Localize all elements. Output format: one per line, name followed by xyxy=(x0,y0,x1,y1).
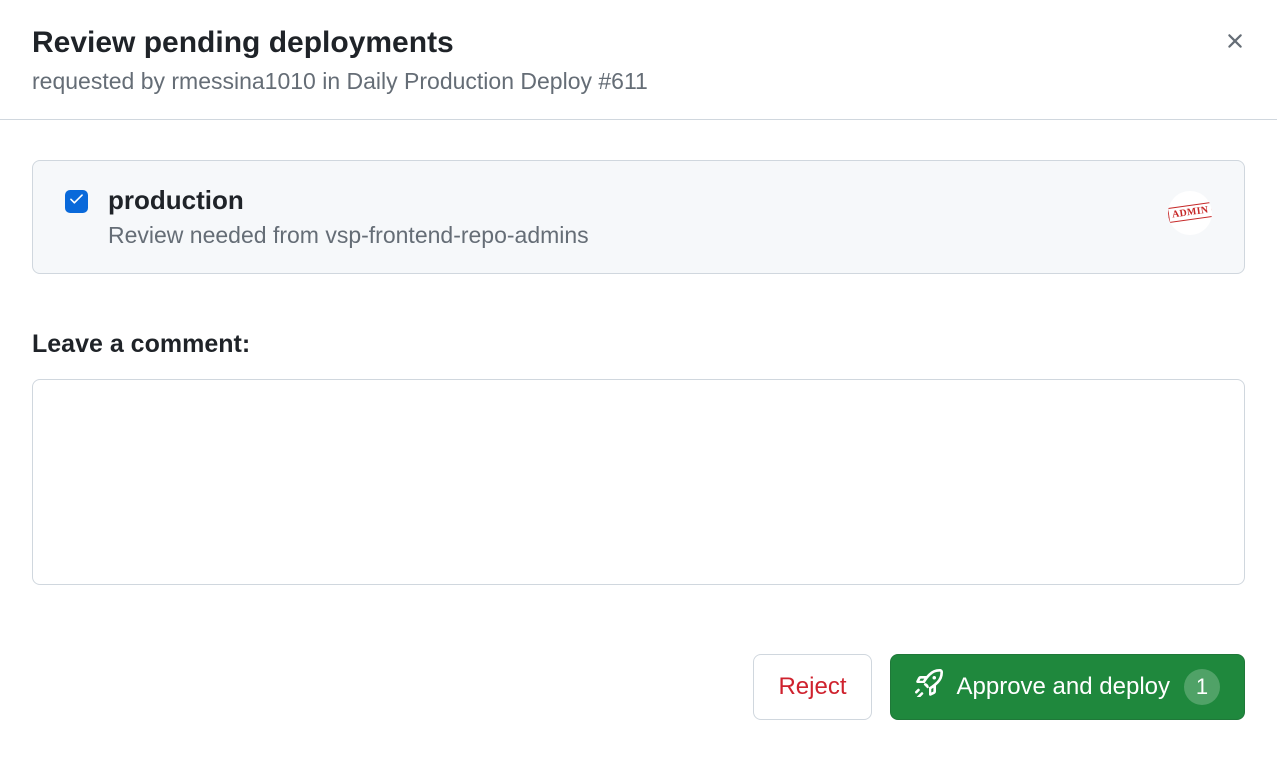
reviewer-avatar: ADMIN xyxy=(1168,191,1212,235)
dialog-subtitle: requested by rmessina1010 in Daily Produ… xyxy=(32,68,1245,95)
environment-checkbox[interactable] xyxy=(65,190,88,213)
review-deployments-dialog: Review pending deployments requested by … xyxy=(0,0,1277,767)
environment-name: production xyxy=(108,185,589,216)
close-icon xyxy=(1223,29,1247,56)
review-prefix: Review needed from xyxy=(108,222,325,248)
comment-section: Leave a comment: xyxy=(32,330,1245,590)
environment-info: production Review needed from vsp-fronte… xyxy=(108,185,589,249)
reject-button[interactable]: Reject xyxy=(753,654,871,720)
checkmark-icon xyxy=(68,190,85,212)
reviewer-name: vsp-frontend-repo-admins xyxy=(325,222,588,248)
workflow-name: Daily Production Deploy #611 xyxy=(347,68,648,94)
environment-card: production Review needed from vsp-fronte… xyxy=(32,160,1245,274)
approve-label: Approve and deploy xyxy=(957,673,1171,701)
environment-left: production Review needed from vsp-fronte… xyxy=(65,185,589,249)
comment-textarea[interactable] xyxy=(32,379,1245,585)
approve-count-badge: 1 xyxy=(1184,669,1220,705)
subtitle-in: in xyxy=(316,68,347,94)
reject-label: Reject xyxy=(778,673,846,701)
dialog-header: Review pending deployments requested by … xyxy=(0,0,1277,120)
requester-name: rmessina1010 xyxy=(171,68,315,94)
rocket-icon xyxy=(915,669,943,704)
environment-review-text: Review needed from vsp-frontend-repo-adm… xyxy=(108,222,589,249)
dialog-body: production Review needed from vsp-fronte… xyxy=(0,120,1277,622)
comment-label: Leave a comment: xyxy=(32,330,1245,359)
subtitle-prefix: requested by xyxy=(32,68,171,94)
close-button[interactable] xyxy=(1221,28,1249,56)
dialog-title: Review pending deployments xyxy=(32,24,1245,62)
approve-and-deploy-button[interactable]: Approve and deploy 1 xyxy=(890,654,1246,720)
dialog-footer: Reject Approve and deploy 1 xyxy=(0,654,1277,752)
admin-stamp-icon: ADMIN xyxy=(1168,202,1212,223)
